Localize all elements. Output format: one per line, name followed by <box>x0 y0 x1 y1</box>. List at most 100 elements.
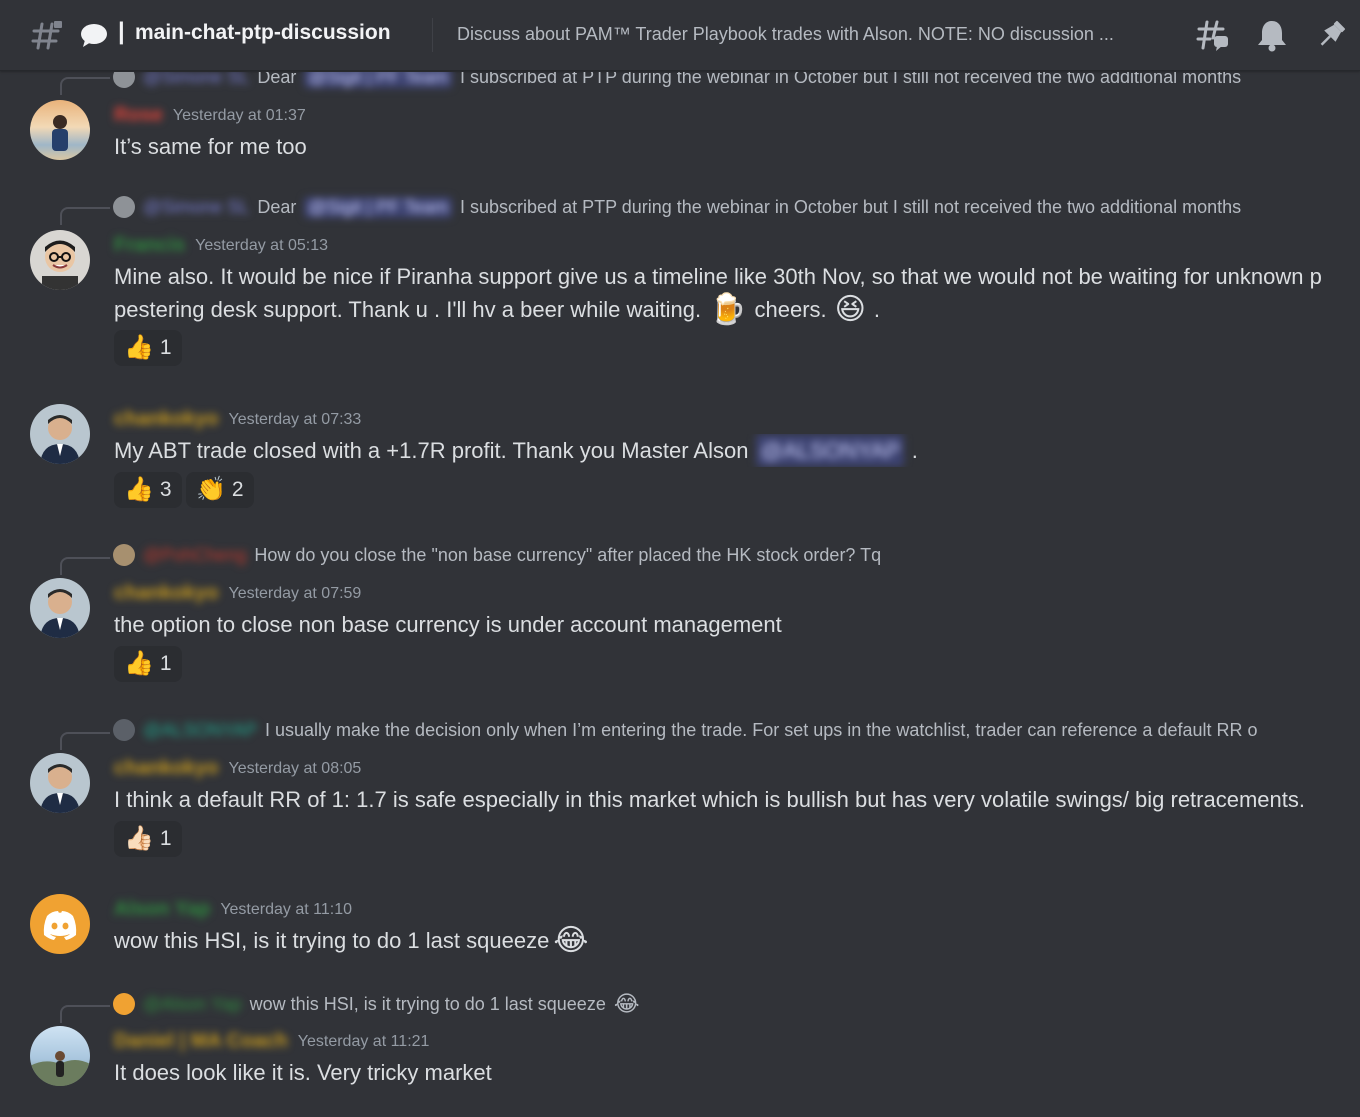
bell-icon[interactable] <box>1256 18 1288 57</box>
channel-header: | main-chat-ptp-discussion Discuss about… <box>0 0 1360 71</box>
reaction-count: 2 <box>231 478 244 501</box>
channel-name[interactable]: main-chat-ptp-discussion <box>135 21 391 45</box>
timestamp: Yesterday at 08:05 <box>228 759 362 777</box>
message-content: wow this HSI, is it trying to do 1 last … <box>114 924 1360 957</box>
title-separator: | <box>118 18 125 45</box>
reply-avatar <box>113 72 135 88</box>
reply-avatar <box>113 544 135 566</box>
avatar[interactable] <box>30 100 90 160</box>
message-content: Mine also. It would be nice if Piranha s… <box>114 260 1360 326</box>
reply-mention[interactable]: @Sigit | PF Team <box>304 196 453 218</box>
reply-preview[interactable]: @Simone SL Dear @Sigit | PF Team I subsc… <box>113 72 1241 88</box>
reply-connector <box>60 557 110 575</box>
reply-connector <box>60 1005 110 1023</box>
reaction-count: 1 <box>159 652 172 675</box>
reply-author[interactable]: @PohCheng <box>143 545 246 566</box>
username[interactable]: Daniel | MA Coach <box>114 1030 288 1053</box>
avatar[interactable] <box>30 230 90 290</box>
reply-text: wow this HSI, is it trying to do 1 last … <box>249 993 606 1014</box>
message: chankokyo Yesterday at 07:33 My ABT trad… <box>0 404 1360 508</box>
reply-preview[interactable]: @Alson Yap wow this HSI, is it trying to… <box>113 992 640 1016</box>
message-content: It does look like it is. Very tricky mar… <box>114 1060 492 1085</box>
reply-avatar <box>113 993 135 1015</box>
reaction-clap[interactable]: 👏 2 <box>186 472 254 508</box>
reply-preview[interactable]: @ALSONYAP I usually make the decision on… <box>113 719 1258 741</box>
reply-avatar <box>113 719 135 741</box>
message: @Simone SL Dear @Sigit | PF Team I subsc… <box>0 72 1360 160</box>
timestamp: Yesterday at 05:13 <box>195 236 328 254</box>
timestamp: Yesterday at 07:33 <box>228 410 362 428</box>
avatar[interactable] <box>30 1026 90 1086</box>
message-text-end: . <box>911 438 918 463</box>
message: Alson Yap Yesterday at 11:10 wow this HS… <box>0 894 1360 955</box>
reply-author[interactable]: @Simone SL <box>143 72 249 88</box>
reaction-thumbs-up[interactable]: 👍🏻 1 <box>114 821 182 857</box>
mention[interactable]: @ALSONYAP <box>756 434 904 467</box>
reply-avatar <box>113 196 135 218</box>
clapping-hands-icon: 👏 <box>196 476 226 503</box>
message-content: I think a default RR of 1: 1.7 is safe e… <box>114 787 1305 812</box>
reply-connector <box>60 207 110 225</box>
message: @ALSONYAP I usually make the decision on… <box>0 719 1360 857</box>
pin-icon[interactable] <box>1316 18 1348 57</box>
avatar[interactable] <box>30 753 90 813</box>
message-list[interactable]: @Simone SL Dear @Sigit | PF Team I subsc… <box>0 72 1360 1117</box>
username[interactable]: chankokyo <box>114 408 218 431</box>
header-divider <box>432 18 433 52</box>
reply-text: I usually make the decision only when I’… <box>264 719 1258 740</box>
message-header: Rose Yesterday at 01:37 <box>114 104 306 127</box>
reply-preview[interactable]: @Simone SL Dear @Sigit | PF Team I subsc… <box>113 196 1241 218</box>
message-header: Daniel | MA Coach Yesterday at 11:21 <box>114 1030 429 1053</box>
timestamp: Yesterday at 11:10 <box>220 900 352 918</box>
username[interactable]: Francis <box>114 234 185 257</box>
message-line: Mine also. It would be nice if Piranha s… <box>114 264 1322 289</box>
message-line-text: pestering desk support. Thank u . I'll h… <box>114 297 702 322</box>
message-content: It’s same for me too <box>114 134 307 159</box>
reply-text-prefix: Dear <box>257 72 297 87</box>
reaction-thumbs-up[interactable]: 👍 1 <box>114 330 182 366</box>
chat-bubble-icon <box>80 22 108 53</box>
message-text: My ABT trade closed with a +1.7R profit.… <box>114 438 749 463</box>
reply-preview[interactable]: @PohCheng How do you close the "non base… <box>113 544 881 566</box>
reply-connector <box>60 77 110 95</box>
channel-topic[interactable]: Discuss about PAM™ Trader Playbook trade… <box>457 24 1187 45</box>
thread-hash-icon <box>30 18 64 57</box>
message-content: My ABT trade closed with a +1.7R profit.… <box>114 434 1360 467</box>
tears-of-joy-emoji-icon: 😂 <box>553 924 589 957</box>
reply-author[interactable]: @ALSONYAP <box>143 720 257 741</box>
message: @PohCheng How do you close the "non base… <box>0 544 1360 682</box>
avatar[interactable] <box>30 578 90 638</box>
thumbs-up-icon: 👍 <box>124 334 154 361</box>
laughing-emoji-icon: 😆 <box>834 292 866 326</box>
message-header: Alson Yap Yesterday at 11:10 <box>114 898 352 921</box>
timestamp: Yesterday at 11:21 <box>297 1032 430 1050</box>
message-line: pestering desk support. Thank u . I'll h… <box>114 293 1360 326</box>
message-header: chankokyo Yesterday at 07:59 <box>114 582 361 605</box>
avatar[interactable] <box>30 404 90 464</box>
reply-mention[interactable]: @Sigit | PF Team <box>304 72 453 88</box>
reply-text: How do you close the "non base currency"… <box>254 544 882 565</box>
threads-icon[interactable] <box>1196 18 1230 57</box>
username[interactable]: Rose <box>114 104 163 127</box>
message: @Simone SL Dear @Sigit | PF Team I subsc… <box>0 196 1360 366</box>
tears-of-joy-emoji-icon: 😂 <box>613 991 640 1016</box>
reaction-thumbs-up[interactable]: 👍 1 <box>114 646 182 682</box>
reaction-thumbs-up[interactable]: 👍 3 <box>114 472 182 508</box>
username[interactable]: chankokyo <box>114 582 218 605</box>
message-header: chankokyo Yesterday at 07:33 <box>114 408 361 431</box>
reply-text: I subscribed at PTP during the webinar i… <box>460 72 1242 87</box>
username[interactable]: chankokyo <box>114 757 218 780</box>
message-line-text: . <box>873 297 881 322</box>
message-header: chankokyo Yesterday at 08:05 <box>114 757 361 780</box>
username[interactable]: Alson Yap <box>114 898 210 921</box>
avatar[interactable] <box>30 894 90 954</box>
reply-text: I subscribed at PTP during the webinar i… <box>460 196 1242 217</box>
reply-author[interactable]: @Alson Yap <box>143 994 242 1015</box>
message: @Alson Yap wow this HSI, is it trying to… <box>0 992 1360 1086</box>
thumbs-up-icon: 👍🏻 <box>124 825 154 852</box>
reaction-count: 1 <box>159 827 172 850</box>
reply-connector <box>60 732 110 750</box>
reply-author[interactable]: @Simone SL <box>143 197 249 218</box>
message-header: Francis Yesterday at 05:13 <box>114 234 328 257</box>
message-line-text: cheers. <box>754 297 827 322</box>
